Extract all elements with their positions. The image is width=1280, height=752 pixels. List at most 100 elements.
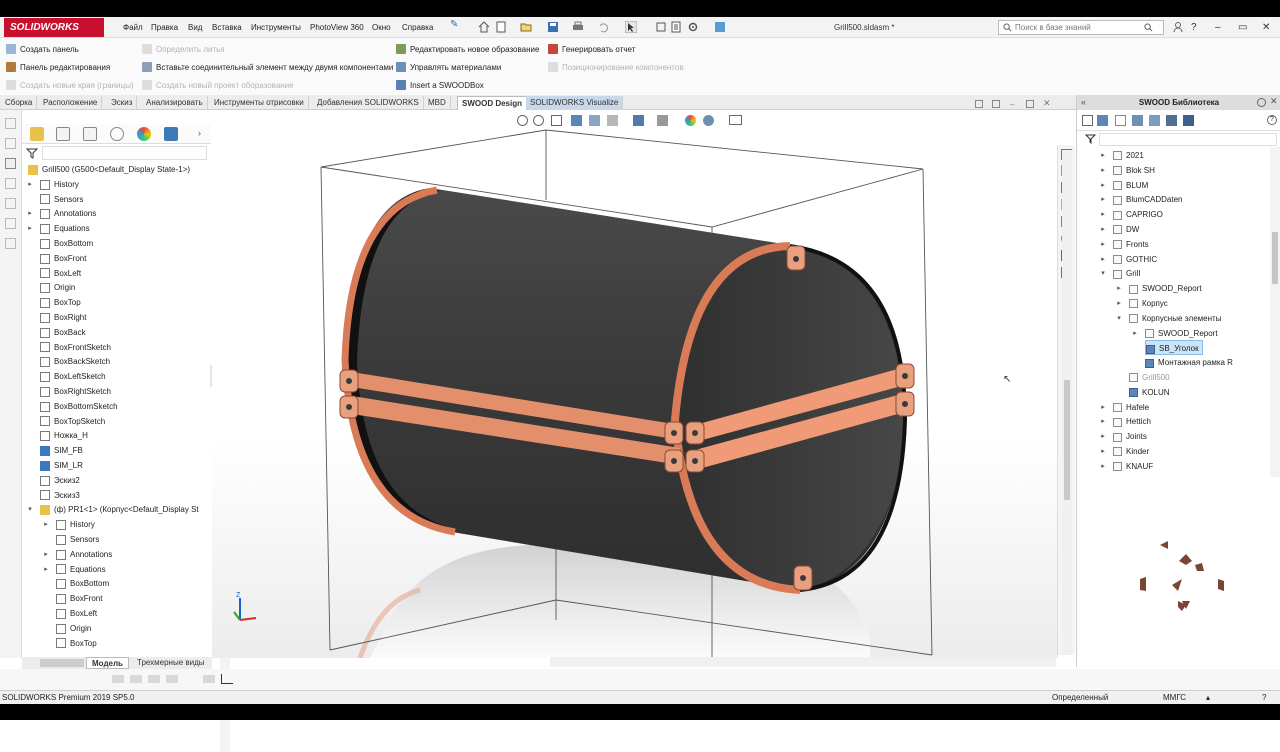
print-icon[interactable] — [572, 21, 584, 33]
library-item[interactable]: ▸ Hettich — [1101, 414, 1151, 429]
expand-arrow-icon[interactable]: ▸ — [1099, 163, 1107, 178]
tree-root-assembly[interactable]: Grill500 (G500<Default_Display State-1>) — [28, 162, 190, 177]
library-item[interactable]: ▸ Joints — [1101, 429, 1147, 444]
status-help-icon[interactable]: ? — [1262, 691, 1266, 704]
viewport-close-button[interactable]: ✕ — [1043, 99, 1051, 108]
dynamic-annotation-icon[interactable] — [589, 115, 600, 126]
library-item[interactable]: ▾ Grill — [1101, 266, 1140, 281]
expand-arrow-icon[interactable]: ▸ — [1099, 252, 1107, 267]
menu-tools[interactable]: Инструменты — [251, 17, 301, 38]
undo-icon[interactable] — [597, 21, 609, 33]
library-filter-icon[interactable] — [1085, 134, 1097, 144]
library-item[interactable]: ▾ Корпусные элементы — [1117, 311, 1221, 326]
library-filter-input[interactable] — [1099, 133, 1277, 146]
expand-arrow-icon[interactable]: ▸ — [26, 221, 34, 236]
lib-tool-stack-icon[interactable] — [1183, 115, 1194, 126]
tree-item[interactable]: Sensors — [40, 192, 83, 207]
insert-connector-command[interactable]: Вставьте соединительный элемент между дв… — [142, 61, 393, 74]
tree-item[interactable]: BoxRightSketch — [40, 384, 111, 399]
select-arrow-icon[interactable] — [625, 21, 637, 33]
menu-help[interactable]: Справка — [402, 17, 433, 38]
section-view-icon[interactable] — [571, 115, 582, 126]
viewport-scroll-thumb[interactable] — [1064, 380, 1070, 500]
lib-tool-hardware-icon[interactable] — [1166, 115, 1177, 126]
tree-sub-item[interactable]: BoxFront — [56, 591, 102, 606]
tree-item[interactable]: BoxRight — [40, 310, 86, 325]
tree-item[interactable]: ▸ Equations — [28, 221, 90, 236]
units-dropdown-icon[interactable]: ▴ — [1206, 691, 1210, 704]
solidworks-logo[interactable]: SOLIDWORKS — [4, 18, 104, 37]
tree-item[interactable]: BoxTop — [40, 295, 81, 310]
pin-icon[interactable]: ✎ — [450, 19, 462, 31]
collapse-arrow-icon[interactable]: ▾ — [1115, 311, 1123, 326]
expand-arrow-icon[interactable]: ▸ — [1099, 400, 1107, 415]
edit-new-formation-command[interactable]: Редактировать новое образование — [396, 43, 539, 56]
tree-item[interactable]: BoxFrontSketch — [40, 340, 111, 355]
create-new-project-command[interactable]: Создать новый проект оборазование — [142, 79, 294, 92]
viewport-vertical-scrollbar[interactable] — [1062, 150, 1072, 655]
help-icon[interactable]: ? — [1191, 17, 1197, 38]
library-item[interactable]: ▸ Fronts — [1101, 237, 1149, 252]
minimize-window-button[interactable]: – — [1215, 17, 1221, 38]
previous-view-icon[interactable] — [551, 115, 562, 126]
tab-layout[interactable]: Расположение — [39, 96, 103, 110]
search-go-icon[interactable] — [1144, 23, 1153, 32]
library-close-icon[interactable]: ✕ — [1270, 96, 1278, 106]
tab-3d-views[interactable]: Трехмерные виды — [132, 657, 210, 669]
library-item[interactable]: Grill500 — [1129, 370, 1170, 385]
filter-icon[interactable] — [26, 148, 40, 159]
tree-sub-item[interactable]: BoxBottom — [56, 576, 109, 591]
file-properties-icon[interactable] — [670, 21, 682, 33]
tab-mbd[interactable]: MBD — [424, 96, 451, 110]
knowledge-search-input[interactable]: Поиск в базе знаний — [998, 20, 1164, 35]
library-item[interactable]: ▸ Blok SH — [1101, 163, 1155, 178]
lib-tool-box-icon[interactable] — [1115, 115, 1126, 126]
zoom-to-fit-icon[interactable] — [517, 115, 528, 126]
tree-subassembly-pr1[interactable]: ▾ (ф) PR1<1> (Корпус<Default_Display St — [28, 502, 199, 517]
expand-arrow-icon[interactable]: ▸ — [1099, 207, 1107, 222]
lower-tool-5[interactable] — [203, 675, 215, 683]
library-item[interactable]: SB_Уголок — [1145, 340, 1203, 356]
tree-filter-input[interactable] — [42, 146, 207, 160]
tree-sub-item[interactable]: ▸ Annotations — [44, 547, 112, 562]
library-item[interactable]: ▸ 2021 — [1101, 148, 1144, 163]
create-panel-command[interactable]: Создать панель — [6, 43, 79, 56]
tab-evaluate[interactable]: Анализировать — [142, 96, 208, 110]
dimxpert-tab-icon[interactable] — [110, 127, 124, 141]
expand-arrow-icon[interactable]: ▸ — [42, 517, 50, 532]
menu-photoview[interactable]: PhotoView 360 — [310, 17, 364, 38]
save-icon[interactable] — [547, 21, 559, 33]
property-manager-tab-icon[interactable] — [56, 127, 70, 141]
tree-item[interactable]: BoxFront — [40, 251, 86, 266]
library-item[interactable]: ▸ Корпус — [1117, 296, 1168, 311]
library-item[interactable]: ▸ KNAUF — [1101, 459, 1153, 474]
open-folder-icon[interactable] — [520, 21, 532, 33]
configuration-manager-tab-icon[interactable] — [83, 127, 97, 141]
hide-show-items-icon[interactable] — [657, 115, 668, 126]
expand-arrow-icon[interactable]: ▸ — [1099, 429, 1107, 444]
tab-solidworks-visualize[interactable]: SOLIDWORKS Visualize — [526, 96, 624, 110]
lib-tool-grid-icon[interactable] — [1097, 115, 1108, 126]
view-settings-icon[interactable] — [729, 115, 742, 125]
lib-tool-panel-icon[interactable] — [1132, 115, 1143, 126]
expand-arrow-icon[interactable]: ▸ — [1099, 414, 1107, 429]
tree-sub-item[interactable]: ▸ Equations — [44, 562, 106, 577]
apply-scene-icon[interactable] — [703, 115, 714, 126]
status-units[interactable]: ММГС — [1163, 691, 1186, 704]
edit-panel-command[interactable]: Панель редактирования — [6, 61, 110, 74]
library-item[interactable]: ▸ SWOOD_Report — [1117, 281, 1202, 296]
lower-tool-2[interactable] — [130, 675, 142, 683]
tree-item[interactable]: BoxBottomSketch — [40, 399, 118, 414]
maximize-window-button[interactable]: ▭ — [1238, 17, 1247, 38]
expand-arrow-icon[interactable]: ▸ — [1131, 326, 1139, 341]
viewport-horizontal-scrollbar[interactable] — [550, 657, 1056, 667]
expand-arrow-icon[interactable]: ▸ — [1099, 237, 1107, 252]
define-castings-command[interactable]: Определить литья — [142, 43, 225, 56]
library-item[interactable]: ▸ BlumCADDaten — [1101, 192, 1182, 207]
tree-item[interactable]: Эскиз2 — [40, 473, 80, 488]
tree-sub-item[interactable]: Sensors — [56, 532, 99, 547]
feature-tree-tab-icon[interactable] — [30, 127, 44, 141]
new-document-icon[interactable] — [495, 21, 507, 33]
tree-item[interactable]: BoxTopSketch — [40, 414, 105, 429]
library-scroll-thumb[interactable] — [1272, 232, 1278, 284]
